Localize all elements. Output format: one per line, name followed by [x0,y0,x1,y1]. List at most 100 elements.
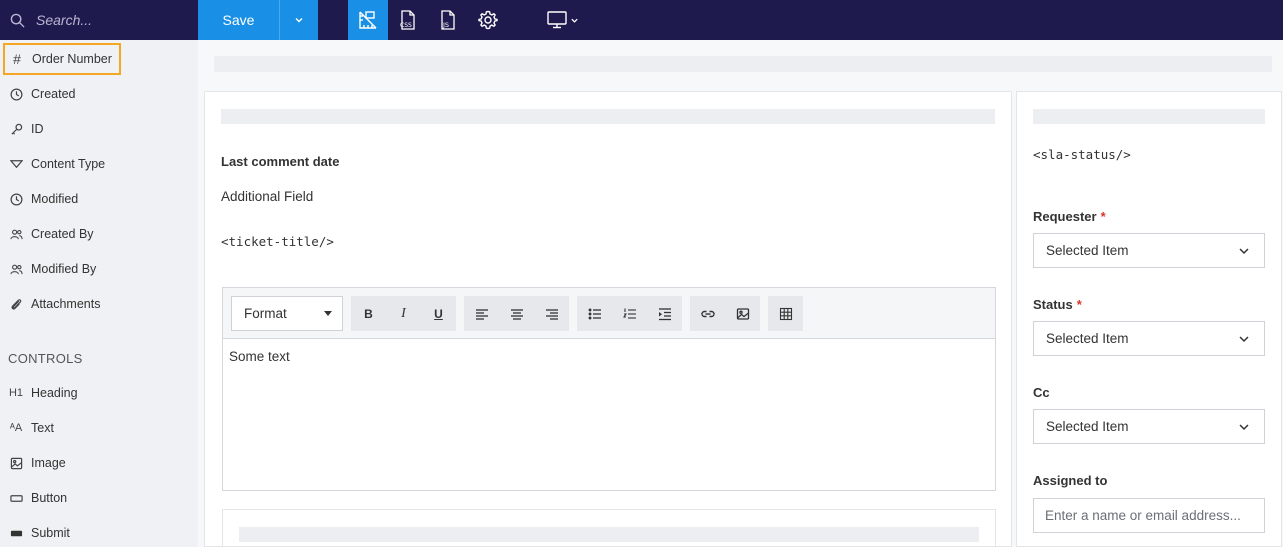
sla-status-placeholder: <sla-status/> [1033,147,1131,162]
key-icon [10,123,22,135]
cc-dropdown[interactable]: Selected Item [1033,409,1265,444]
bullet-list-icon [588,308,601,319]
section-header-placeholder [221,109,995,124]
align-right-icon [545,308,558,320]
assigned-to-input[interactable] [1033,498,1265,533]
chevron-down-icon [1239,423,1249,430]
underline-button[interactable]: U [421,296,456,331]
italic-icon: I [401,305,406,321]
controls-heading: CONTROLS [8,351,83,366]
insert-table-button[interactable] [768,296,803,331]
requester-value: Selected Item [1046,243,1129,258]
sidebar-item-attachments[interactable]: Attachments [8,292,100,316]
css-icon: CSS [400,10,415,30]
paperclip-icon [11,298,21,309]
filter-icon [9,159,23,168]
sidebar-item-modified[interactable]: Modified [8,187,78,211]
table-group [768,296,803,331]
js-tool-button[interactable]: JS [428,0,468,40]
sidebar-item-order-number[interactable]: # Order Number [3,43,121,75]
status-dropdown[interactable]: Selected Item [1033,321,1265,356]
sidebar-item-created[interactable]: Created [8,82,75,106]
sidebar-item-label: Modified [31,192,79,206]
search-box [0,0,198,40]
svg-text:CSS: CSS [400,22,412,29]
js-icon: JS [441,10,455,30]
editor-toolbar: Format B I U [223,288,995,339]
status-value: Selected Item [1046,331,1129,346]
cc-label: Cc [1033,385,1050,400]
ticket-title-placeholder: <ticket-title/> [221,234,334,249]
bullet-list-button[interactable] [577,296,612,331]
save-options-button[interactable] [279,0,318,40]
svg-text:JS: JS [442,21,449,29]
sidebar-item-id[interactable]: ID [8,117,44,141]
editor-content[interactable]: Some text [229,349,290,364]
sidebar-control-button[interactable]: Button [8,486,67,510]
sidebar-control-text[interactable]: ᴬA Text [8,416,54,440]
chevron-down-icon [1239,247,1249,254]
page-header-placeholder [214,56,1272,72]
lower-section-panel [222,509,996,547]
chevron-down-icon [1239,335,1249,342]
sidebar-item-label: Text [31,421,54,435]
sidebar-control-image[interactable]: Image [8,451,66,475]
requester-dropdown[interactable]: Selected Item [1033,233,1265,268]
device-preview-button[interactable] [540,0,586,40]
rich-text-editor: Format B I U Some text [222,287,996,491]
link-icon [700,310,715,317]
required-mark: * [1100,209,1106,224]
image-icon [10,457,22,469]
button-icon [9,494,23,502]
search-input[interactable] [36,12,186,28]
sidebar-item-label: Attachments [31,297,101,311]
search-icon [10,13,25,28]
sidebar-item-label: Created By [31,227,94,241]
align-center-button[interactable] [499,296,534,331]
monitor-icon [547,11,567,29]
sidebar-item-label: Button [31,491,68,505]
settings-tool-button[interactable] [468,0,508,40]
alignment-group [464,296,569,331]
italic-button[interactable]: I [386,296,421,331]
main-form-panel: Last comment date Additional Field <tick… [204,91,1012,547]
layout-tool-button[interactable] [348,0,388,40]
sidebar-item-label: Content Type [31,157,106,171]
sidebar-control-submit[interactable]: Submit [8,521,70,545]
bold-icon: B [364,306,373,321]
css-tool-button[interactable]: CSS [388,0,428,40]
numbered-list-button[interactable] [612,296,647,331]
table-icon [779,307,792,320]
assigned-to-label: Assigned to [1033,473,1108,488]
align-left-button[interactable] [464,296,499,331]
text-size-icon: ᴬA [9,422,23,434]
users-icon [9,264,23,274]
format-select-value: Format [244,306,287,321]
heading-icon: H1 [8,387,24,399]
bold-button[interactable]: B [351,296,386,331]
sidebar-item-created-by[interactable]: Created By [8,222,94,246]
clock-icon [10,193,22,205]
sidebar-item-label: ID [31,122,44,136]
indent-button[interactable] [647,296,682,331]
sidebar-item-label: Submit [31,526,70,540]
top-toolbar: Save CSS JS [0,0,1283,40]
gear-icon [478,10,498,30]
sidebar-item-label: Order Number [32,52,112,66]
sidebar-item-label: Created [31,87,76,101]
caret-down-icon [324,310,332,316]
sidebar-item-label: Image [31,456,66,470]
underline-icon: U [434,306,443,321]
sidebar-item-content-type[interactable]: Content Type [8,152,105,176]
requester-label: Requester * [1033,209,1106,224]
insert-image-button[interactable] [725,296,760,331]
numbered-list-icon [622,308,636,319]
insert-link-button[interactable] [690,296,725,331]
save-button[interactable]: Save [198,0,279,40]
sidebar-control-heading[interactable]: H1 Heading [8,381,78,405]
align-right-button[interactable] [534,296,569,331]
sidebar-item-modified-by[interactable]: Modified By [8,257,96,281]
sidebar: # Order Number Created ID Content Type M… [0,40,198,547]
hash-icon: # [13,51,21,67]
format-select[interactable]: Format [231,296,343,331]
